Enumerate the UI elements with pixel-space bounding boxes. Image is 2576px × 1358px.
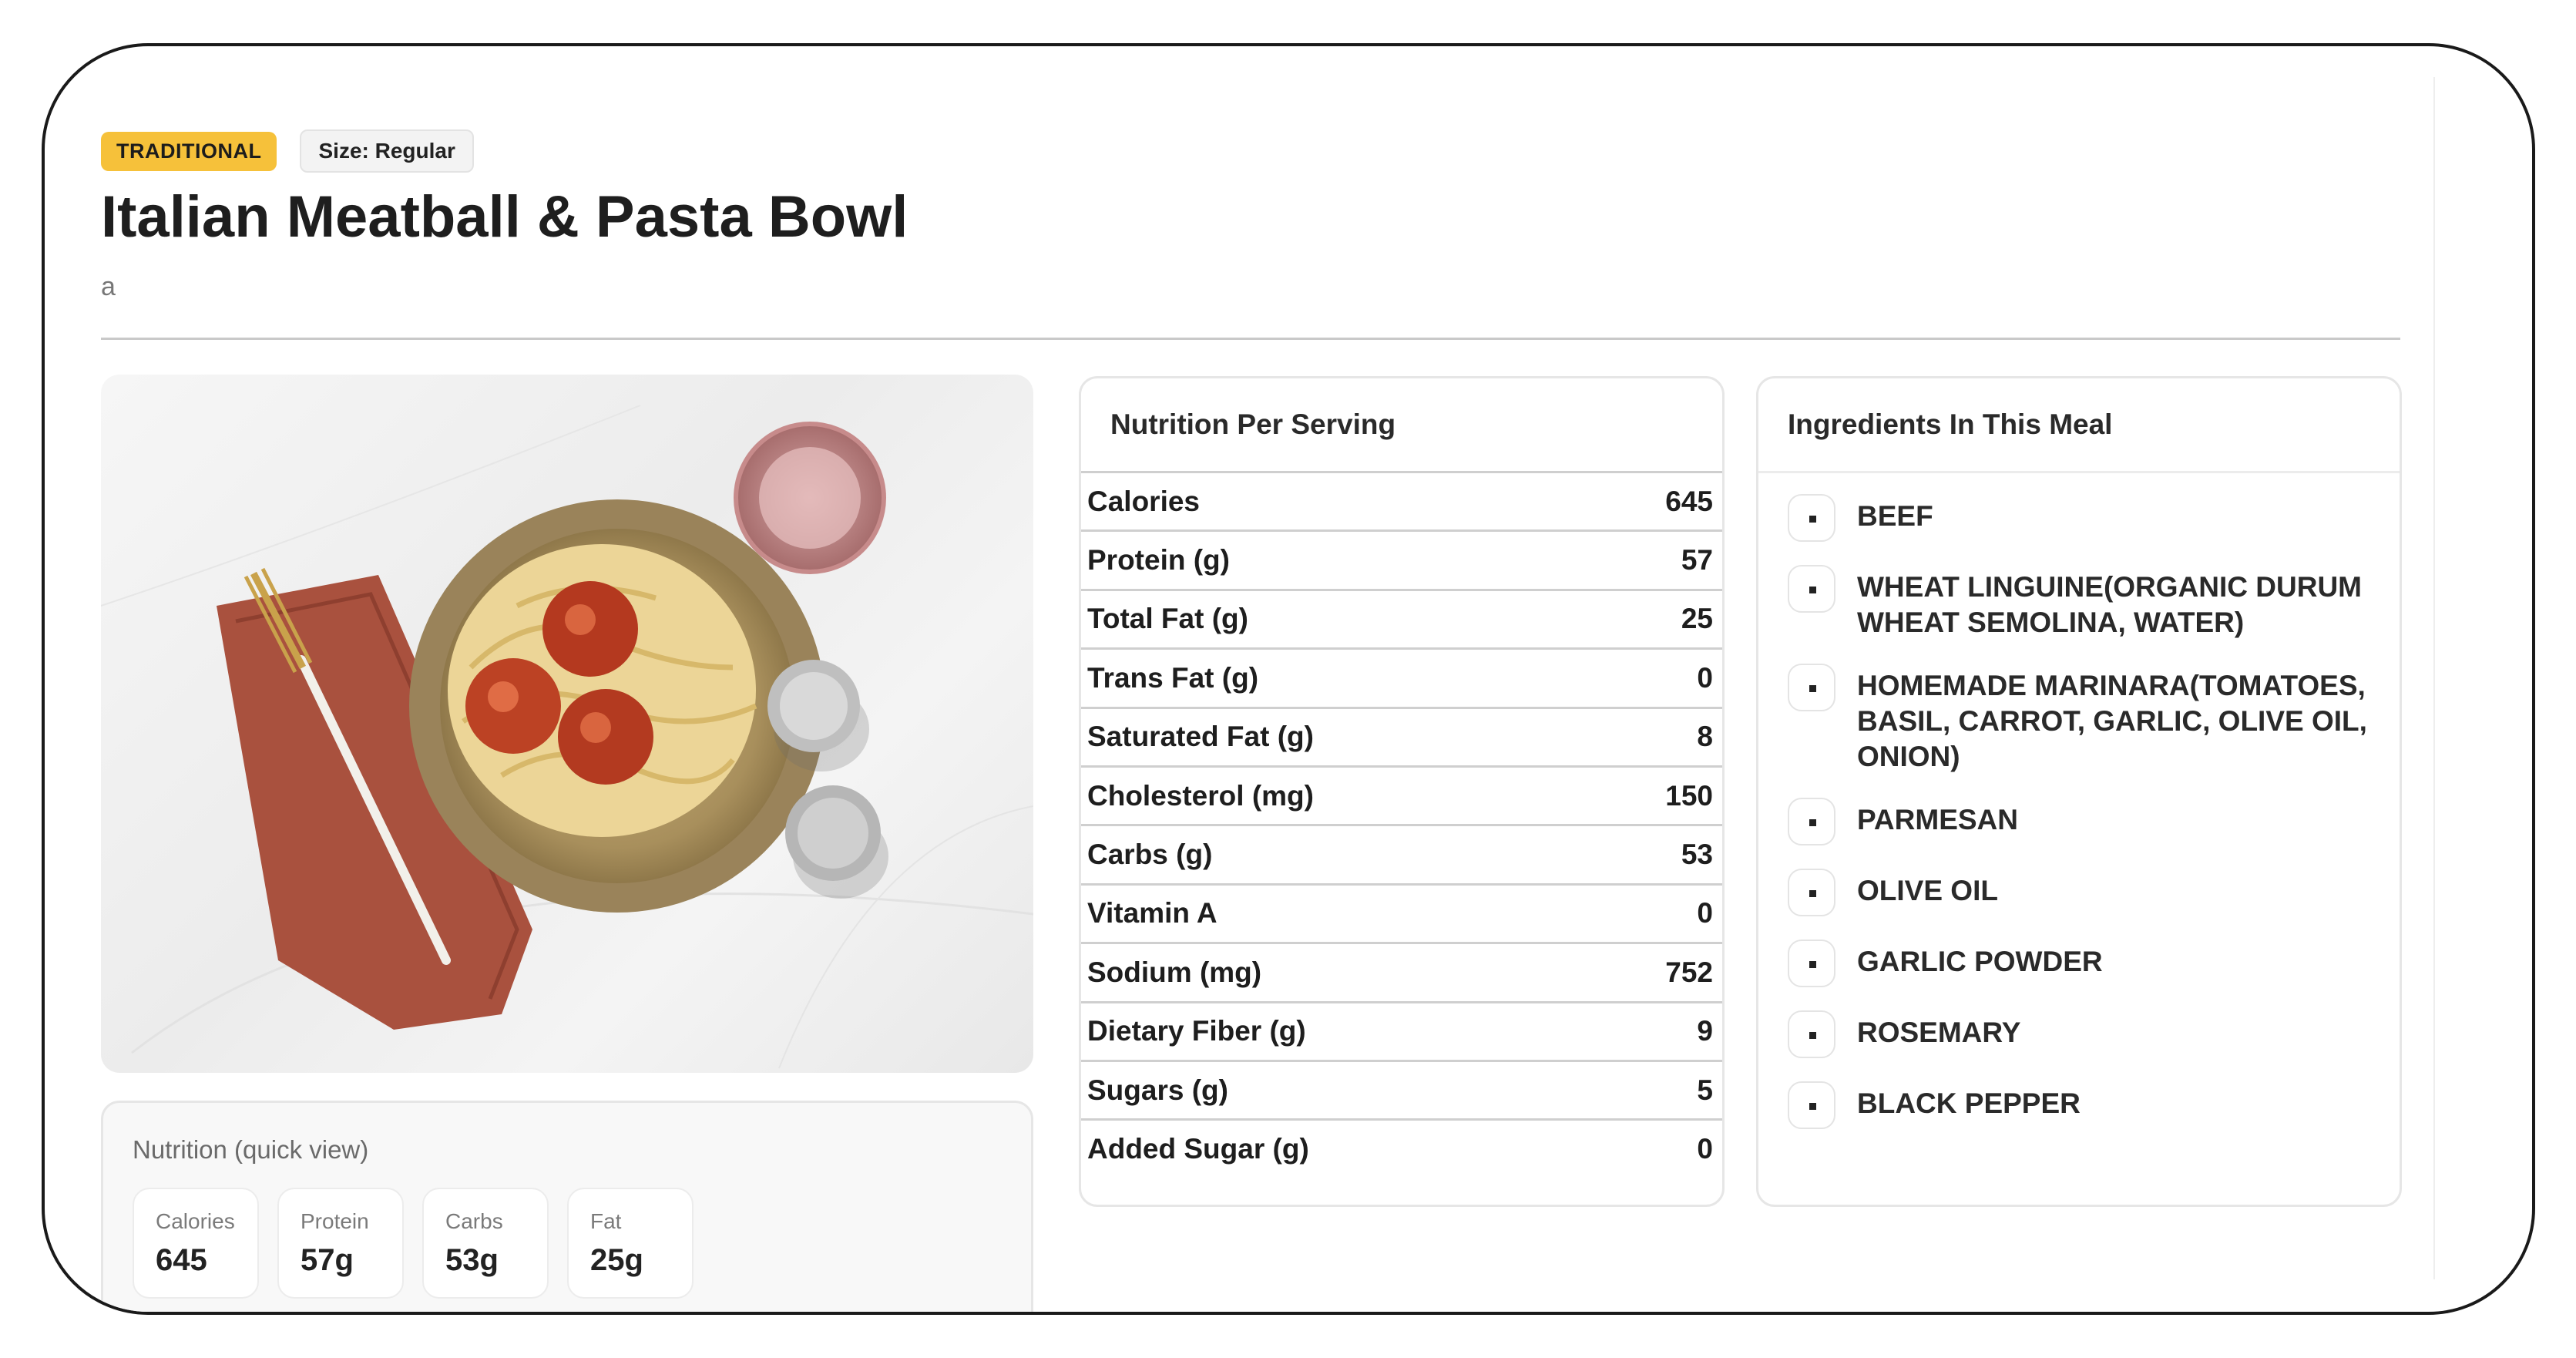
nutrition-row: Sugars (g) 5 (1081, 1059, 1722, 1118)
nutrient-value: 645 (1665, 485, 1713, 517)
nutrient-value: 9 (1697, 1015, 1713, 1047)
nutrient-value: 150 (1665, 779, 1713, 812)
nutrition-table: Calories 645 Protein (g) 57 Total Fat (g) 2… (1081, 471, 1722, 1178)
page-frame: TRADITIONAL Size: Regular Italian Meatba… (42, 43, 2535, 1315)
bullet-icon (1788, 798, 1835, 845)
nutrient-label: Protein (g) (1087, 544, 1230, 576)
nutrition-row: Calories 645 (1081, 471, 1722, 529)
meal-photo (101, 375, 1033, 1073)
list-item: ROSEMARY (1788, 1010, 2376, 1058)
stat-value: 53g (445, 1243, 499, 1277)
nutrient-label: Cholesterol (mg) (1087, 779, 1314, 812)
nutrient-label: Sugars (g) (1087, 1074, 1228, 1106)
nutrient-label: Dietary Fiber (g) (1087, 1015, 1306, 1047)
ingredients-panel-title: Ingredients In This Meal (1758, 378, 2400, 473)
stat-label: Fat (590, 1209, 622, 1233)
list-item: GARLIC POWDER (1788, 940, 2376, 987)
ingredient-name: WHEAT LINGUINE(ORGANIC DURUM WHEAT SEMOL… (1857, 571, 2362, 638)
bullet-icon (1788, 565, 1835, 613)
ingredient-name: BEEF (1857, 500, 1933, 532)
bullet-icon (1788, 940, 1835, 987)
stat-fat: Fat 25g (567, 1188, 694, 1299)
ingredients-list: BEEF WHEAT LINGUINE(ORGANIC DURUM WHEAT … (1788, 494, 2376, 1152)
nutrient-label: Total Fat (g) (1087, 603, 1248, 635)
bullet-icon (1788, 664, 1835, 711)
header-divider (101, 338, 2400, 340)
stat-value: 645 (156, 1243, 207, 1277)
nutrition-row: Carbs (g) 53 (1081, 824, 1722, 882)
list-item: BLACK PEPPER (1788, 1081, 2376, 1129)
scroll-edge (2433, 77, 2435, 1279)
badge-row: TRADITIONAL Size: Regular (101, 129, 474, 173)
nutrient-value: 0 (1697, 661, 1713, 694)
stat-protein: Protein 57g (277, 1188, 404, 1299)
list-item: HOMEMADE MARINARA(TOMATOES, BASIL, CARRO… (1788, 664, 2376, 775)
nutrition-row: Cholesterol (mg) 150 (1081, 765, 1722, 824)
stat-value: 25g (590, 1243, 643, 1277)
nutrient-value: 0 (1697, 1132, 1713, 1165)
nutrient-value: 752 (1665, 956, 1713, 988)
nutrient-label: Saturated Fat (g) (1087, 721, 1314, 753)
stat-label: Protein (301, 1209, 369, 1233)
nutrient-value: 8 (1697, 721, 1713, 753)
nutrition-row: Dietary Fiber (g) 9 (1081, 1000, 1722, 1060)
nutrient-label: Vitamin A (1087, 897, 1217, 929)
bullet-icon (1788, 869, 1835, 916)
nutrient-value: 57 (1681, 544, 1713, 576)
nutrition-row: Sodium (mg) 752 (1081, 942, 1722, 1000)
nutrition-panel: Nutrition Per Serving Calories 645 Protei… (1079, 376, 1725, 1207)
bullet-icon (1788, 494, 1835, 542)
nutrient-value: 5 (1697, 1074, 1713, 1106)
ingredient-name: HOMEMADE MARINARA(TOMATOES, BASIL, CARRO… (1857, 670, 2367, 772)
traditional-badge: TRADITIONAL (101, 131, 277, 171)
stat-calories: Calories 645 (133, 1188, 259, 1299)
nutrient-label: Trans Fat (g) (1087, 661, 1259, 694)
nutrition-row: Total Fat (g) 25 (1081, 588, 1722, 647)
list-item: OLIVE OIL (1788, 869, 2376, 916)
list-item: BEEF (1788, 494, 2376, 542)
nutrient-value: 0 (1697, 897, 1713, 929)
ingredients-panel: Ingredients In This Meal BEEF WHEAT LING… (1756, 376, 2402, 1207)
nutrition-row: Vitamin A 0 (1081, 882, 1722, 942)
nutrient-value: 25 (1681, 603, 1713, 635)
quick-nutrition-title: Nutrition (quick view) (133, 1135, 369, 1164)
quick-nutrition-stats: Calories 645 Protein 57g Carbs 53g Fat 2… (133, 1188, 694, 1299)
nutrition-panel-title: Nutrition Per Serving (1110, 408, 1396, 440)
nutrition-row: Trans Fat (g) 0 (1081, 647, 1722, 706)
stat-label: Calories (156, 1209, 235, 1233)
bullet-icon (1788, 1081, 1835, 1129)
nutrient-label: Added Sugar (g) (1087, 1132, 1309, 1165)
quick-nutrition-card: Nutrition (quick view) Calories 645 Prot… (101, 1101, 1033, 1312)
stat-label: Carbs (445, 1209, 503, 1233)
nutrient-label: Calories (1087, 485, 1201, 517)
ingredient-name: BLACK PEPPER (1857, 1087, 2081, 1119)
ingredient-name: PARMESAN (1857, 804, 2018, 835)
nutrient-label: Carbs (g) (1087, 839, 1213, 871)
nutrient-value: 53 (1681, 839, 1713, 871)
stat-carbs: Carbs 53g (422, 1188, 549, 1299)
bullet-icon (1788, 1010, 1835, 1058)
meal-detail: TRADITIONAL Size: Regular Italian Meatba… (101, 83, 2402, 1312)
size-badge: Size: Regular (300, 129, 474, 173)
nutrition-row: Protein (g) 57 (1081, 529, 1722, 588)
nutrition-row: Saturated Fat (g) 8 (1081, 706, 1722, 765)
nutrition-row: Added Sugar (g) 0 (1081, 1118, 1722, 1177)
list-item: PARMESAN (1788, 798, 2376, 845)
page-title: Italian Meatball & Pasta Bowl (101, 184, 908, 250)
ingredient-name: ROSEMARY (1857, 1017, 2021, 1048)
ingredient-name: OLIVE OIL (1857, 875, 1998, 906)
nutrient-label: Sodium (mg) (1087, 956, 1262, 988)
list-item: WHEAT LINGUINE(ORGANIC DURUM WHEAT SEMOL… (1788, 565, 2376, 640)
stat-value: 57g (301, 1243, 354, 1277)
ingredient-name: GARLIC POWDER (1857, 946, 2103, 977)
meal-description: a (101, 272, 116, 301)
